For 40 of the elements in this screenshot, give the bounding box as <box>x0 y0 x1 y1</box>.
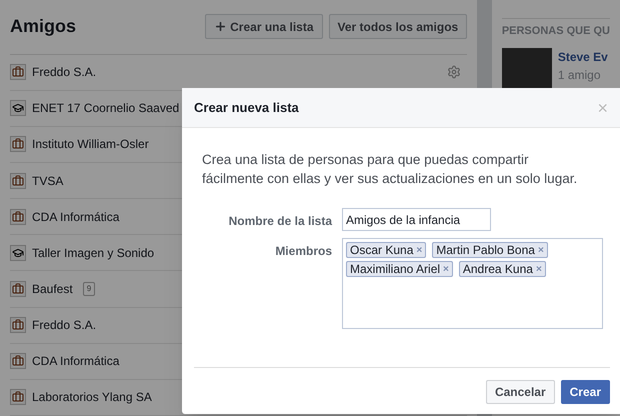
section-heading: PERSONAS QUE QU <box>502 18 610 40</box>
briefcase-icon <box>10 64 26 80</box>
member-token: Martin Pablo Bona × <box>432 242 548 258</box>
list-name-link[interactable]: Freddo S.A. <box>32 316 96 334</box>
field-label: Miembros <box>274 243 332 260</box>
mutual-friends-text: 1 amigo <box>558 66 602 84</box>
list-name-link[interactable]: ENET 17 Coornelio Saaved <box>32 99 180 118</box>
count-badge: 9 <box>82 282 96 296</box>
graduation-cap-icon <box>10 100 26 116</box>
create-list-button[interactable]: Crear una lista <box>205 14 323 40</box>
list-name-link[interactable]: Freddo S.A. <box>32 63 96 82</box>
graduation-cap-icon <box>10 244 26 261</box>
briefcase-icon <box>10 172 26 189</box>
list-name-link[interactable]: Instituto William-Osler <box>32 135 149 154</box>
list-name-link[interactable]: CDA Informática <box>32 352 120 370</box>
plus-icon <box>214 20 228 34</box>
create-button[interactable]: Crear <box>560 380 610 404</box>
member-token: Maximiliano Ariel × <box>346 261 453 277</box>
dialog-title: Crear nueva lista <box>194 98 299 117</box>
settings-icon[interactable] <box>447 65 462 80</box>
briefcase-icon <box>10 353 26 370</box>
briefcase-icon <box>10 136 26 152</box>
field-label: Nombre de la lista <box>228 213 332 230</box>
list-name-link[interactable]: CDA Informática <box>32 208 120 226</box>
list-name-link[interactable]: Taller Imagen y Sonido <box>32 244 154 262</box>
briefcase-icon <box>10 317 26 334</box>
briefcase-icon <box>10 208 26 225</box>
list-name-link[interactable]: TVSA <box>32 172 64 190</box>
person-name-link[interactable]: Steve Ev <box>558 48 608 66</box>
member-token: Oscar Kuna × <box>346 242 426 258</box>
briefcase-icon <box>10 280 26 297</box>
briefcase-icon <box>10 389 26 406</box>
member-token: Andrea Kuna × <box>458 261 546 277</box>
list-name-link[interactable]: Laboratorios Ylang SA <box>32 388 152 406</box>
dialog-description: Crea una lista de personas para que puedas compartir fácilmente con ellas y ver sus actualizaciones en un solo lugar. <box>202 151 578 188</box>
page-title: Amigos <box>10 15 76 38</box>
see-all-friends-button[interactable]: Ver todos los amigos <box>328 14 468 40</box>
list-name-link[interactable]: Baufest <box>32 280 73 298</box>
list-name-input[interactable]: Amigos de la infancia <box>342 208 491 231</box>
cancel-button[interactable]: Cancelar <box>486 380 555 404</box>
